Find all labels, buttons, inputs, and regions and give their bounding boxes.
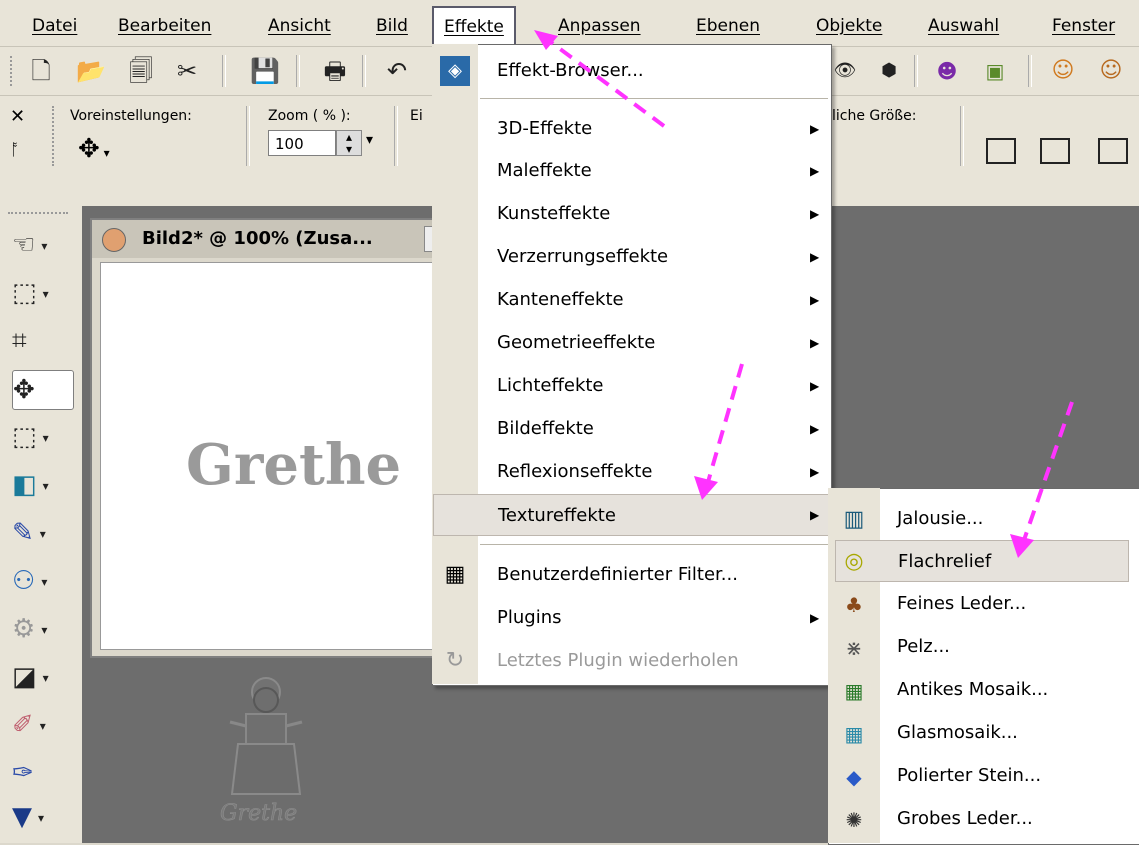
arrowhead-textureffekte [694,476,718,500]
arrow-to-flachrelief [1022,401,1074,541]
arrow-to-textureffekte [706,363,744,483]
arrowhead-flachrelief [1010,534,1034,558]
annotation-arrows [534,30,1074,558]
arrowhead-effekte [534,30,558,50]
arrow-to-effekte [546,38,666,128]
